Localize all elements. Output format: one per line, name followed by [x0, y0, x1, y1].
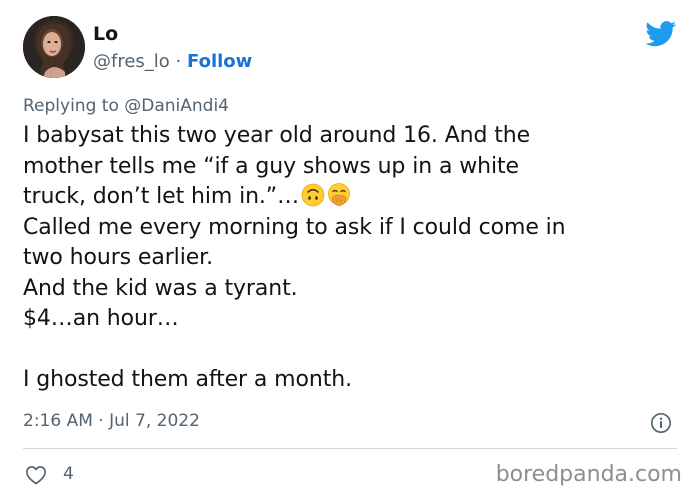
- follow-button[interactable]: Follow: [187, 51, 252, 72]
- watermark: boredpanda.com: [495, 462, 682, 487]
- tweet-line-with-emojis: truck, don’t let him in.”…: [23, 182, 683, 213]
- info-icon[interactable]: [650, 412, 672, 434]
- user-name[interactable]: Lo: [93, 23, 118, 45]
- user-handle[interactable]: @fres_lo: [93, 51, 170, 72]
- tweet-line-text: truck, don’t let him in.”…: [23, 184, 300, 209]
- reply-prefix: Replying to: [23, 96, 119, 116]
- reply-context: Replying to @DaniAndi4: [23, 96, 229, 116]
- tweet-line: I babysat this two year old around 16. A…: [23, 123, 531, 148]
- tweet-line: two hours earlier.: [23, 245, 213, 270]
- tweet-line: Called me every morning to ask if I coul…: [23, 214, 566, 240]
- heart-icon[interactable]: [25, 465, 47, 485]
- tweet-text: I babysat this two year old around 16. A…: [23, 121, 683, 396]
- handle-separator: ·: [175, 51, 182, 72]
- upside-down-face-emoji-icon: [301, 183, 325, 207]
- tweet-line: mother tells me “if a guy shows up in a …: [23, 153, 519, 179]
- tweet-line: I ghosted them after a month.: [23, 367, 352, 392]
- twitter-bird-icon[interactable]: [645, 21, 677, 47]
- profile-photo: [23, 16, 85, 78]
- tweet-timestamp[interactable]: 2:16 AM · Jul 7, 2022: [23, 411, 200, 431]
- tweet-line: $4…an hour…: [23, 306, 179, 331]
- avatar[interactable]: [23, 16, 85, 78]
- user-handle-line: @fres_lo · Follow: [93, 51, 252, 72]
- tweet-line: And the kid was a tyrant.: [23, 275, 298, 301]
- divider: [23, 448, 677, 449]
- like-count[interactable]: 4: [63, 464, 74, 484]
- reply-to-handle[interactable]: @DaniAndi4: [124, 96, 229, 116]
- face-with-hand-over-mouth-emoji-icon: [328, 183, 350, 206]
